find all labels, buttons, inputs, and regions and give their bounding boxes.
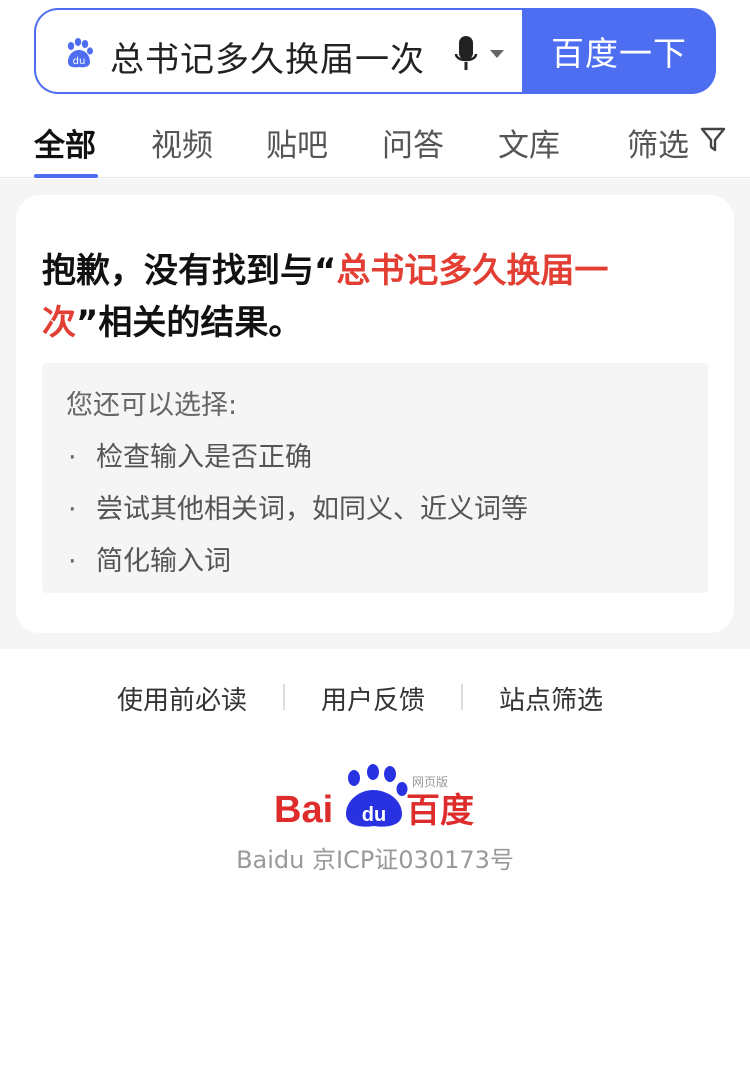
search-query-text: 总书记多久换届一次 [110,40,425,80]
chevron-down-icon[interactable] [490,50,504,58]
funnel-icon[interactable] [700,126,726,154]
sorry-prefix: 抱歉，没有找到与“ [42,251,337,291]
divider [283,684,285,710]
tab-all[interactable]: 全部 [34,120,96,165]
search-tabs: 全部 视频 贴吧 问答 文库 筛选 [0,108,750,178]
footer-link-site-filter[interactable]: 站点筛选 [499,680,603,717]
logo-badge: 网页版 [412,775,448,789]
footer-links: 使用前必读 用户反馈 站点筛选 [0,676,750,720]
no-result-card: 抱歉，没有找到与“总书记多久换届一次”相关的结果。 您还可以选择: · 检查输入是… [16,195,734,633]
suggestion-text: 简化输入词 [96,546,231,577]
suggestion-title: 您还可以选择: [66,390,238,421]
search-input[interactable]: du 总书记多久换届一次 [34,8,524,94]
no-result-message: 抱歉，没有找到与“总书记多久换届一次”相关的结果。 [42,245,682,349]
logo-text-cn: 百度 [406,791,474,831]
sorry-suffix: ”相关的结果。 [76,303,303,343]
search-button[interactable]: 百度一下 [522,8,716,94]
svg-text:du: du [73,56,86,67]
logo-paw-text: du [362,804,386,826]
microphone-icon[interactable] [454,34,478,74]
logo-text-bai: Bai [274,789,333,831]
footer-link-terms[interactable]: 使用前必读 [117,680,247,717]
baidu-paw-icon: du [67,38,93,68]
list-item: · 检查输入是否正确 [68,442,312,473]
active-tab-indicator [34,174,98,178]
tab-tieba[interactable]: 贴吧 [266,120,328,165]
tab-qa[interactable]: 问答 [382,120,444,165]
baidu-logo[interactable]: du Bai 百度 网页版 [274,764,494,834]
suggestion-text: 尝试其他相关词，如同义、近义词等 [96,494,528,525]
icp-license: Baidu 京ICP证030173号 [236,846,514,874]
search-bar: du 总书记多久换届一次 百度一下 [34,8,716,94]
footer-link-feedback[interactable]: 用户反馈 [321,680,425,717]
suggestion-box: 您还可以选择: · 检查输入是否正确 · 尝试其他相关词，如同义、近义词等 · 简化输… [42,363,708,593]
results-area: 抱歉，没有找到与“总书记多久换届一次”相关的结果。 您还可以选择: · 检查输入是… [0,179,750,649]
tab-wenku[interactable]: 文库 [498,120,560,165]
list-item: · 尝试其他相关词，如同义、近义词等 [68,494,528,525]
tab-video[interactable]: 视频 [151,120,213,165]
suggestion-text: 检查输入是否正确 [96,442,312,473]
tab-filter[interactable]: 筛选 [627,120,689,165]
divider [461,684,463,710]
list-item: · 简化输入词 [68,546,231,577]
